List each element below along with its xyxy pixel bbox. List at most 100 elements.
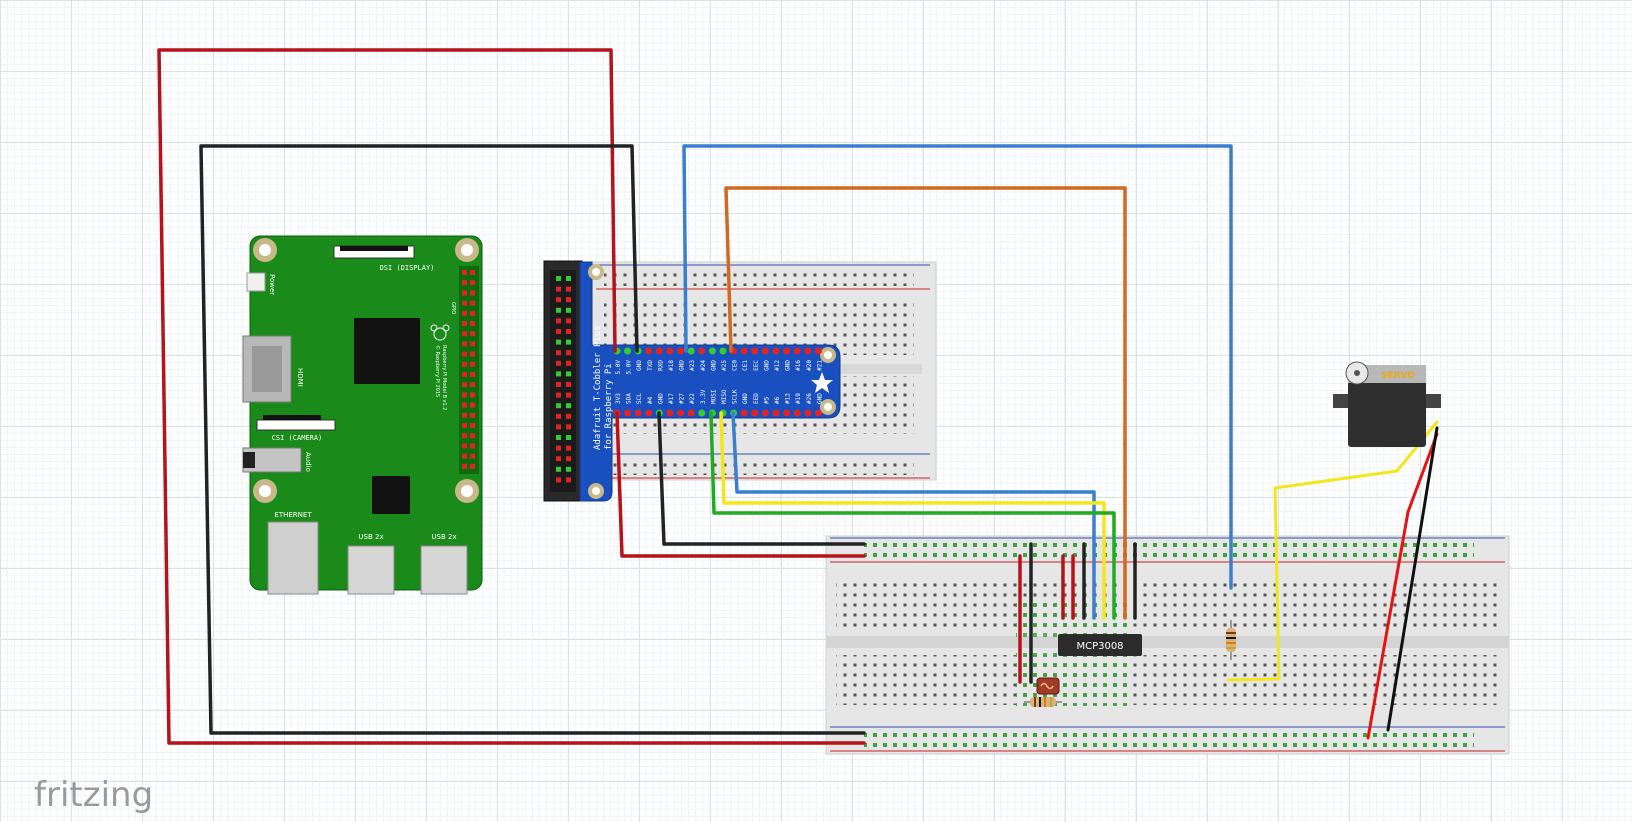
cobbler-top-pin-label: GND (679, 360, 686, 371)
cobbler-top-pin (761, 347, 769, 355)
cobbler-header-pin (556, 382, 561, 387)
gpio-pin (470, 412, 475, 418)
usb-label-2: USB 2x (431, 533, 456, 541)
gpio-pin (462, 443, 467, 449)
gpio-pin (470, 463, 475, 469)
cobbler-header-pin (556, 297, 561, 303)
cobbler-header-pin (556, 413, 561, 419)
cobbler-bottom-pin-label: SCLK (732, 389, 739, 404)
cobbler-bottom-pin (634, 409, 642, 417)
gpio-pin (470, 331, 475, 337)
cobbler-header-pin (556, 276, 561, 281)
gpio-pin (470, 351, 475, 357)
raspberry-pi-board[interactable]: DSI (DISPLAY) CSI (CAMERA) HDMI Power Au… (242, 235, 483, 595)
gpio-pin (462, 280, 467, 286)
cobbler-header-pin (556, 424, 561, 430)
cobbler-top-pin (624, 347, 632, 355)
cobbler-header-pin (556, 466, 561, 472)
gpio-pin (470, 402, 475, 408)
cobbler-top-pin (677, 347, 685, 355)
cobbler-bottom-pin (666, 409, 674, 417)
cobbler-top-pin-label: GND (763, 360, 770, 371)
cobbler-header-pin (566, 350, 571, 356)
hdmi-label: HDMI (296, 368, 304, 387)
csi-label: CSI (CAMERA) (272, 434, 323, 442)
cobbler-top-pin-label: CE0 (732, 360, 739, 371)
cobbler-top-pin-label: #20 (806, 360, 813, 371)
ethernet-label: ETHERNET (274, 511, 312, 519)
cobbler-top-pin (719, 347, 727, 355)
cobbler-top-pin (751, 347, 759, 355)
cobbler-bottom-pin (761, 409, 769, 417)
breadboard-large[interactable] (825, 535, 1510, 755)
gpio-pin (462, 351, 467, 357)
cobbler-top-pin (708, 347, 716, 355)
cobbler-bottom-pin-label: 3V3 (615, 393, 622, 404)
cobbler-header-pin (566, 445, 571, 451)
cobbler-header-pin (556, 371, 561, 377)
gpio-pin (462, 463, 467, 469)
cobbler-top-pin (740, 347, 748, 355)
cobbler-header-pin (566, 466, 571, 472)
cobbler-bottom-pin-label: #13 (785, 393, 792, 404)
gpio-pin (462, 453, 467, 459)
cobbler-header-pin (566, 339, 571, 345)
gpio-pin (462, 423, 467, 428)
gpio-pin (462, 433, 467, 439)
gpio-pin (462, 402, 467, 408)
gpio-pin (462, 392, 467, 398)
cobbler-bottom-pin (804, 409, 812, 417)
cobbler-header-pin (566, 276, 571, 281)
cobbler-bottom-pin (740, 409, 748, 417)
audio-label: Audio (304, 452, 312, 472)
mcp3008-chip[interactable]: MCP3008 (1058, 634, 1142, 656)
gpio-pin (470, 423, 475, 428)
cobbler-bottom-pin (687, 409, 695, 417)
cobbler-top-pin (687, 347, 695, 355)
cobbler-header-pin (556, 403, 561, 409)
cobbler-bottom-pin-label: #26 (806, 393, 813, 404)
cobbler-bottom-pin-label: #27 (679, 393, 686, 404)
cobbler-header-pin (556, 329, 561, 334)
servo-motor[interactable]: SERVO (1333, 361, 1441, 447)
gpio-pin (470, 372, 475, 377)
cobbler-bottom-pin-label: SCL (636, 393, 643, 404)
cobbler-header-pin (566, 456, 571, 462)
dsi-label: DSI (DISPLAY) (380, 264, 435, 272)
gpio-pin (470, 310, 475, 316)
cobbler-top-pin-label: RXD (657, 360, 664, 371)
cobbler-header-pin (556, 360, 561, 366)
cobbler-bottom-pin (677, 409, 685, 417)
gpio-badge: GPIO (450, 302, 456, 314)
cobbler-top-pin-label: 5.0V (626, 360, 633, 375)
cobbler-bottom-pin (814, 409, 822, 417)
cobbler-header-pin (566, 382, 571, 387)
cobbler-header-pin (566, 392, 571, 398)
gpio-pin (470, 341, 475, 347)
cobbler-top-pin-label: 5.0V (615, 360, 622, 375)
cobbler-top-pin-label: EEC (753, 360, 760, 371)
cobbler-top-pin-label: #16 (795, 360, 802, 371)
cobbler-top-pin-label: GND (636, 360, 643, 371)
gpio-pin (462, 270, 467, 275)
gpio-pin (462, 341, 467, 347)
cobbler-top-pin (666, 347, 674, 355)
gpio-pin (470, 300, 475, 306)
cobbler-bottom-pin-label: #17 (668, 393, 675, 404)
circuit-canvas[interactable]: DSI (DISPLAY) CSI (CAMERA) HDMI Power Au… (0, 0, 1632, 822)
cobbler-header-pin (556, 286, 561, 292)
cobbler-top-pin (645, 347, 653, 355)
gpio-pin (462, 310, 467, 316)
cobbler-top-pin (772, 347, 780, 355)
cobbler-bottom-pin-label: GND (742, 393, 749, 404)
cobbler-header-pin (566, 307, 571, 313)
cobbler-title-line1: Adafruit T-Cobbler Plus (593, 325, 603, 450)
gpio-pin (462, 382, 467, 388)
cobbler-bottom-pin-label: 3.3V (700, 389, 707, 404)
photoresistor[interactable] (1036, 677, 1060, 695)
cobbler-bottom-pin-label: #5 (763, 396, 770, 404)
cobbler-bottom-pin (645, 409, 653, 417)
cobbler-top-pin (698, 347, 706, 355)
cobbler-header-pin (566, 435, 571, 440)
cobbler-header-pin (566, 297, 571, 303)
